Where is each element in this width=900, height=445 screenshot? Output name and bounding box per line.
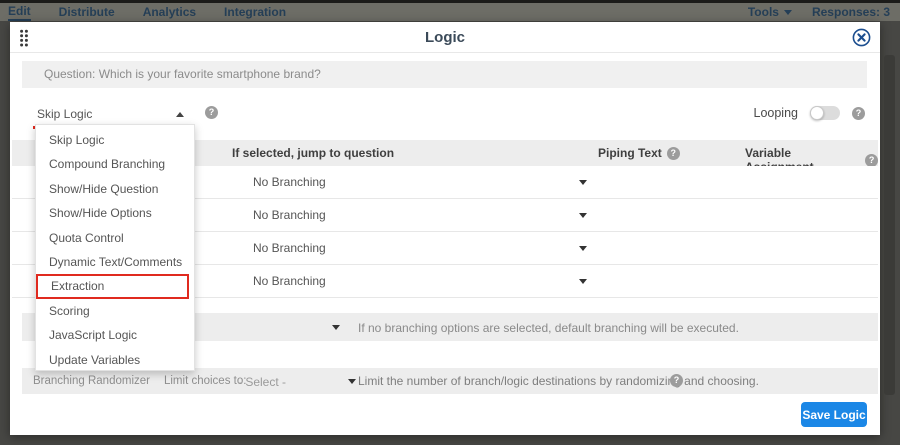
branching-select-row-2[interactable]: No Branching xyxy=(242,205,587,226)
chevron-down-icon xyxy=(579,246,587,251)
branching-select-value: No Branching xyxy=(253,208,326,222)
nav-tab-integration[interactable]: Integration xyxy=(224,4,286,20)
chevron-up-icon xyxy=(176,112,184,117)
nav-right-group: Tools Responses: 3 xyxy=(748,4,900,20)
nav-tab-distribute[interactable]: Distribute xyxy=(59,4,115,20)
tools-label: Tools xyxy=(748,4,779,20)
chevron-down-icon xyxy=(579,279,587,284)
menu-item-show-hide-options[interactable]: Show/Hide Options xyxy=(36,201,194,225)
menu-item-extraction[interactable]: Extraction xyxy=(36,274,189,298)
menu-item-quota-control[interactable]: Quota Control xyxy=(36,226,194,250)
logic-type-select[interactable]: Skip Logic xyxy=(33,104,190,126)
menu-item-show-hide-question[interactable]: Show/Hide Question xyxy=(36,177,194,201)
branching-select-row-1[interactable]: No Branching xyxy=(242,172,587,193)
branching-select-row-4[interactable]: No Branching xyxy=(242,271,587,292)
branching-select-value: No Branching xyxy=(253,274,326,288)
close-icon[interactable] xyxy=(852,28,871,47)
randomizer-note: Limit the number of branch/logic destina… xyxy=(358,374,759,388)
logic-type-selected-value: Skip Logic xyxy=(37,107,92,121)
nav-tab-analytics[interactable]: Analytics xyxy=(143,4,196,20)
branching-select-row-3[interactable]: No Branching xyxy=(242,238,587,259)
logic-modal: Logic Question: Which is your favorite s… xyxy=(10,22,880,435)
modal-title: Logic xyxy=(10,29,880,46)
tools-menu-button[interactable]: Tools xyxy=(748,4,792,20)
column-header-piping: Piping Text xyxy=(598,146,680,160)
looping-toggle[interactable] xyxy=(810,106,840,120)
chevron-down-icon xyxy=(579,213,587,218)
looping-help-icon[interactable] xyxy=(852,107,865,120)
menu-item-compound-branching[interactable]: Compound Branching xyxy=(36,152,194,176)
logic-type-dropdown-menu: Skip Logic Compound Branching Show/Hide … xyxy=(35,124,195,371)
nav-left-group: Edit Distribute Analytics Integration xyxy=(0,3,286,21)
piping-help-icon[interactable] xyxy=(667,147,680,160)
randomizer-label-title: Branching Randomizer xyxy=(33,375,150,387)
save-logic-button[interactable]: Save Logic xyxy=(801,402,867,427)
menu-item-scoring[interactable]: Scoring xyxy=(36,299,194,323)
logic-type-help-icon[interactable] xyxy=(205,106,218,119)
default-branching-note: If no branching options are selected, de… xyxy=(358,321,739,335)
menu-item-javascript-logic[interactable]: JavaScript Logic xyxy=(36,323,194,347)
randomizer-help-icon[interactable] xyxy=(670,374,683,387)
chevron-down-icon xyxy=(784,10,792,15)
default-branching-select-chevron-icon[interactable] xyxy=(332,325,340,330)
toggle-knob xyxy=(810,106,824,120)
randomizer-label: Branching Randomizer Limit choices to: xyxy=(33,375,246,387)
looping-control: Looping xyxy=(754,106,866,120)
column-header-piping-label: Piping Text xyxy=(598,146,662,160)
variable-help-icon[interactable] xyxy=(865,154,878,167)
question-label-bar: Question: Which is your favorite smartph… xyxy=(22,61,867,88)
branching-select-value: No Branching xyxy=(253,175,326,189)
menu-item-update-variables[interactable]: Update Variables xyxy=(36,348,194,372)
vertical-scrollbar[interactable] xyxy=(884,55,895,395)
top-nav-bar: Edit Distribute Analytics Integration To… xyxy=(0,0,900,21)
branching-select-value: No Branching xyxy=(253,241,326,255)
nav-tab-edit[interactable]: Edit xyxy=(8,3,31,21)
modal-header: Logic xyxy=(10,22,880,53)
randomizer-select-value: - Select - xyxy=(238,375,286,389)
looping-label: Looping xyxy=(754,106,799,120)
menu-item-dynamic-text-comments[interactable]: Dynamic Text/Comments xyxy=(36,250,194,274)
column-header-jump: If selected, jump to question xyxy=(232,146,394,160)
chevron-down-icon xyxy=(348,379,356,384)
responses-count[interactable]: Responses: 3 xyxy=(812,4,890,20)
chevron-down-icon xyxy=(579,180,587,185)
randomizer-select[interactable]: - Select - xyxy=(228,371,348,391)
menu-item-skip-logic[interactable]: Skip Logic xyxy=(36,128,194,152)
